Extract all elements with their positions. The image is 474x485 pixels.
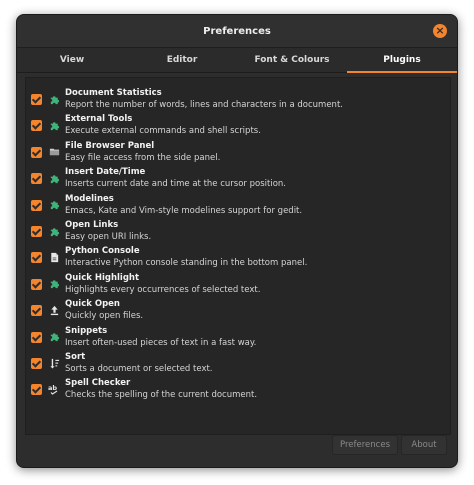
sort-icon xyxy=(48,357,60,369)
plugin-description: Quickly open files. xyxy=(65,311,144,322)
plugin-enable-checkbox[interactable] xyxy=(31,252,42,264)
close-icon: × xyxy=(435,24,445,37)
plugin-description: Inserts current date and time at the cur… xyxy=(65,179,286,190)
upload-icon xyxy=(48,304,60,316)
plugin-row: Python Console Interactive Python console… xyxy=(26,245,446,271)
plugin-enable-checkbox[interactable] xyxy=(31,384,42,396)
plugin-description: Highlights every occurrences of selected… xyxy=(65,284,261,295)
plugin-description: Emacs, Kate and Vim-style modelines supp… xyxy=(65,205,303,216)
plugin-description: Sorts a document or selected text. xyxy=(65,364,213,374)
plugin-name: Snippets xyxy=(65,325,108,336)
preferences-button[interactable]: Preferences xyxy=(332,435,398,455)
plugin-row: Quick Highlight Highlights every occurren… xyxy=(26,272,446,298)
plugin-enable-checkbox[interactable] xyxy=(31,173,42,185)
plugin-name: External Tools xyxy=(65,114,133,125)
plugin-description: Execute external commands and shell scri… xyxy=(65,126,261,137)
puzzle-icon xyxy=(48,172,60,184)
plugin-enable-checkbox[interactable] xyxy=(31,305,42,317)
plugin-row: Insert Date/Time Inserts current date and… xyxy=(26,166,446,192)
plugin-name: Document Statistics xyxy=(65,88,162,98)
plugin-enable-checkbox[interactable] xyxy=(31,331,42,343)
plugin-enable-checkbox[interactable] xyxy=(31,278,42,290)
puzzle-icon xyxy=(48,93,60,105)
plugin-name: Quick Open xyxy=(65,299,120,310)
folder-icon xyxy=(48,146,60,158)
plugin-row: ab Spell Checker Checks the spelling of th… xyxy=(26,377,446,403)
plugin-enable-checkbox[interactable] xyxy=(31,120,42,132)
close-button[interactable]: × xyxy=(433,24,447,38)
plugin-name: Insert Date/Time xyxy=(65,167,146,178)
titlebar: Preferences × xyxy=(17,15,457,48)
puzzle-icon xyxy=(48,225,60,237)
svg-text:ab: ab xyxy=(48,384,57,392)
plugin-enable-checkbox[interactable] xyxy=(31,226,42,237)
spellcheck-icon: ab xyxy=(48,383,60,396)
plugin-name: Modelines xyxy=(65,193,114,204)
plugin-name: Python Console xyxy=(65,246,140,257)
plugin-row: File Browser Panel Easy file access from … xyxy=(26,140,446,166)
plugin-row: Quick Open Quickly open files. xyxy=(26,298,446,324)
document-icon xyxy=(48,251,60,263)
about-button[interactable]: About xyxy=(401,435,447,455)
plugin-enable-checkbox[interactable] xyxy=(31,146,42,158)
plugin-description: Checks the spelling of the current docum… xyxy=(65,390,258,401)
plugin-row: Open Links Easy open URI links. xyxy=(26,219,446,245)
plugin-row: External Tools Execute external commands … xyxy=(26,113,446,139)
plugin-description: Report the number of words, lines and ch… xyxy=(65,100,343,110)
plugin-row: Sort Sorts a document or selected text. xyxy=(26,351,446,377)
plugin-description: Interactive Python console standing in t… xyxy=(65,258,308,269)
plugin-enable-checkbox[interactable] xyxy=(31,358,42,369)
tab-font-colours[interactable]: Font & Colours xyxy=(237,48,347,72)
puzzle-icon xyxy=(48,119,60,131)
plugin-enable-checkbox[interactable] xyxy=(31,199,42,211)
tab-editor[interactable]: Editor xyxy=(127,48,237,72)
plugin-description: Easy file access from the side panel. xyxy=(65,152,221,163)
plugin-name: Spell Checker xyxy=(65,378,131,389)
plugin-enable-checkbox[interactable] xyxy=(31,94,42,105)
plugin-row: Snippets Insert often-used pieces of text… xyxy=(26,325,446,351)
preferences-window: Preferences × View Editor Font & Colours… xyxy=(16,14,458,468)
plugin-row: Modelines Emacs, Kate and Vim-style model… xyxy=(26,193,446,219)
puzzle-icon xyxy=(48,199,60,211)
plugin-name: Sort xyxy=(65,352,86,362)
tab-plugins[interactable]: Plugins xyxy=(347,48,457,73)
puzzle-icon xyxy=(48,331,60,343)
window-title: Preferences xyxy=(203,25,271,37)
tab-bar: View Editor Font & Colours Plugins xyxy=(17,48,457,73)
plugin-description: Insert often-used pieces of text in a fa… xyxy=(65,337,257,348)
plugin-name: Quick Highlight xyxy=(65,272,140,283)
plugin-list: Document Statistics Report the number of … xyxy=(25,77,451,435)
plugin-name: File Browser Panel xyxy=(65,140,155,151)
tab-view[interactable]: View xyxy=(17,48,127,72)
puzzle-icon xyxy=(48,278,60,290)
plugin-name: Open Links xyxy=(65,220,119,230)
plugin-description: Easy open URI links. xyxy=(65,232,152,242)
plugin-row: Document Statistics Report the number of … xyxy=(26,87,446,113)
